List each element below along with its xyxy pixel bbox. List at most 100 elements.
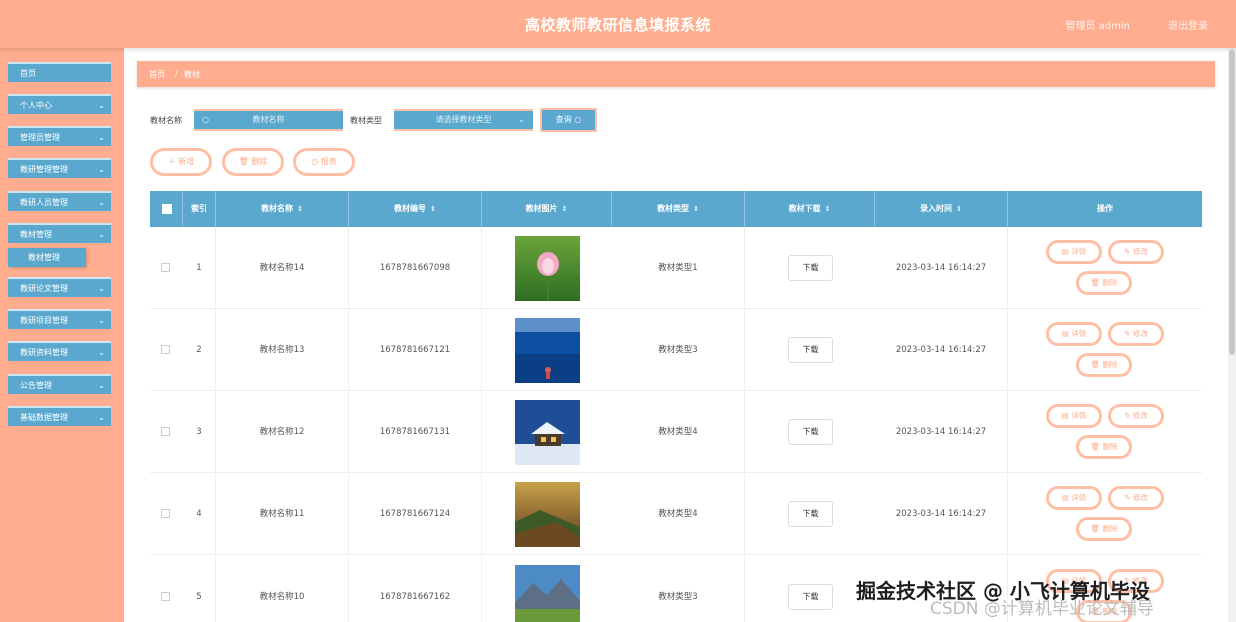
breadcrumb-home[interactable]: 首页 <box>149 69 165 80</box>
row-index: 5 <box>183 556 216 622</box>
query-button[interactable]: 查询 ○ <box>540 108 597 132</box>
col-image[interactable]: 教材图片 ⇕ <box>482 191 612 227</box>
textbook-image[interactable] <box>515 565 580 622</box>
row-type: 教材类型3 <box>612 309 745 391</box>
row-name: 教材名称10 <box>216 556 349 622</box>
download-button[interactable]: 下载 <box>788 584 833 610</box>
sidebar-item-papers[interactable]: 教研论文管理 ⌄ <box>8 277 111 297</box>
sidebar-item-research-mgmt[interactable]: 教研管理管理 ⌄ <box>8 158 111 178</box>
row-code: 1678781667131 <box>349 391 482 473</box>
textbook-image[interactable] <box>515 318 580 383</box>
row-type: 教材类型4 <box>612 391 745 473</box>
table-row: 4 教材名称11 1678781667124 教材类型4 下载 2023-03-… <box>150 473 1202 555</box>
edit-button[interactable]: ✎ 修改 <box>1108 240 1164 264</box>
download-button[interactable]: 下载 <box>788 501 833 527</box>
sidebar-item-profile[interactable]: 个人中心 ⌄ <box>8 94 111 114</box>
name-placeholder: 教材名称 <box>252 115 285 124</box>
row-name: 教材名称11 <box>216 473 349 555</box>
row-index: 3 <box>183 391 216 473</box>
edit-button[interactable]: ✎ 修改 <box>1108 404 1164 428</box>
row-checkbox[interactable] <box>161 263 170 272</box>
breadcrumb: 首页 / 教材 <box>137 61 1215 87</box>
type-label: 教材类型 <box>350 116 382 125</box>
logout-link[interactable]: 退出登录 <box>1168 17 1208 32</box>
row-type: 教材类型3 <box>612 556 745 622</box>
table-row: 1 教材名称14 1678781667098 教材类型1 下载 2023-03-… <box>150 227 1202 309</box>
add-button[interactable]: ＋ 新增 <box>150 148 212 176</box>
detail-button[interactable]: ▤ 详情 <box>1046 322 1102 346</box>
download-button[interactable]: 下载 <box>788 337 833 363</box>
top-header: 高校教师教研信息填报系统 管理员 admin 退出登录 <box>0 0 1236 48</box>
detail-button[interactable]: ▤ 详情 <box>1046 240 1102 264</box>
app-title: 高校教师教研信息填报系统 <box>524 16 711 34</box>
download-button[interactable]: 下载 <box>788 419 833 445</box>
row-index: 4 <box>183 473 216 555</box>
col-code[interactable]: 教材编号 ⇕ <box>349 191 482 227</box>
row-time: 2023-03-14 16:14:27 <box>875 309 1008 391</box>
sidebar-subitem-textbook-mgmt[interactable]: 教材管理 <box>8 248 86 267</box>
row-name: 教材名称13 <box>216 309 349 391</box>
scrollbar-thumb[interactable] <box>1229 50 1235 355</box>
sidebar-item-label: 教研管理管理 <box>20 165 68 174</box>
row-index: 2 <box>183 309 216 391</box>
sidebar-item-label: 个人中心 <box>20 101 52 110</box>
row-code: 1678781667121 <box>349 309 482 391</box>
edit-button[interactable]: ✎ 修改 <box>1108 486 1164 510</box>
row-code: 1678781667124 <box>349 473 482 555</box>
sidebar-item-label: 管理员管理 <box>20 133 60 142</box>
row-name: 教材名称14 <box>216 227 349 309</box>
delete-button[interactable]: 🗑 删除 <box>1076 435 1132 459</box>
detail-button[interactable]: ▤ 详情 <box>1046 486 1102 510</box>
sidebar-item-label: 公告管理 <box>20 381 52 390</box>
download-button[interactable]: 下载 <box>788 255 833 281</box>
breadcrumb-separator: / <box>175 69 178 78</box>
textbook-image[interactable] <box>515 400 580 465</box>
col-type[interactable]: 教材类型 ⇕ <box>612 191 745 227</box>
delete-button[interactable]: 🗑 删除 <box>1076 353 1132 377</box>
row-type: 教材类型4 <box>612 473 745 555</box>
delete-button[interactable]: 🗑 删除 <box>1076 271 1132 295</box>
textbook-image[interactable] <box>515 482 580 547</box>
report-button[interactable]: ◷ 报表 <box>293 148 355 176</box>
sidebar-item-label: 首页 <box>20 69 36 78</box>
edit-button[interactable]: ✎ 修改 <box>1108 322 1164 346</box>
chevron-down-icon: ⌄ <box>98 198 105 207</box>
chevron-down-icon: ⌄ <box>518 115 525 124</box>
sidebar-item-label: 基础数据管理 <box>20 413 68 422</box>
sidebar-item-projects[interactable]: 教研项目管理 ⌄ <box>8 309 111 329</box>
row-checkbox[interactable] <box>161 345 170 354</box>
table-row: 2 教材名称13 1678781667121 教材类型3 下载 2023-03-… <box>150 309 1202 391</box>
sidebar-item-admin[interactable]: 管理员管理 ⌄ <box>8 126 111 146</box>
row-checkbox[interactable] <box>161 509 170 518</box>
row-checkbox[interactable] <box>161 427 170 436</box>
type-select[interactable]: 请选择教材类型 ⌄ <box>394 109 533 131</box>
sidebar-item-notices[interactable]: 公告管理 ⌄ <box>8 374 111 394</box>
batch-delete-button[interactable]: 🗑 删除 <box>222 148 284 176</box>
sidebar-item-basic-data[interactable]: 基础数据管理 ⌄ <box>8 406 111 426</box>
table-header: 索引 教材名称 ⇕ 教材编号 ⇕ 教材图片 ⇕ 教材类型 ⇕ 教材下载 ⇕ 录入时间 ⇕ 操… <box>150 191 1202 227</box>
textbook-image[interactable] <box>515 236 580 301</box>
sidebar-item-label: 教研资料管理 <box>20 348 68 357</box>
name-label: 教材名称 <box>150 116 182 125</box>
name-search-input[interactable]: ○ 教材名称 <box>194 109 343 131</box>
breadcrumb-current: 教材 <box>184 70 200 79</box>
search-icon: ○ <box>202 115 209 124</box>
col-time[interactable]: 录入时间 ⇕ <box>875 191 1008 227</box>
sidebar-item-staff[interactable]: 教研人员管理 ⌄ <box>8 191 111 211</box>
sidebar-item-materials[interactable]: 教研资料管理 ⌄ <box>8 341 111 361</box>
chevron-down-icon: ⌄ <box>98 230 105 239</box>
col-name[interactable]: 教材名称 ⇕ <box>216 191 349 227</box>
detail-button[interactable]: ▤ 详情 <box>1046 404 1102 428</box>
row-checkbox[interactable] <box>161 592 170 601</box>
sidebar-item-textbook[interactable]: 教材管理 ⌄ <box>8 223 111 243</box>
select-all-checkbox[interactable] <box>162 204 172 214</box>
chevron-down-icon: ⌄ <box>98 284 105 293</box>
sidebar-item-home[interactable]: 首页 <box>8 62 111 82</box>
col-actions: 操作 <box>1097 204 1113 213</box>
chevron-down-icon: ⌄ <box>98 381 105 390</box>
col-download[interactable]: 教材下载 ⇕ <box>745 191 875 227</box>
sidebar-item-label: 教材管理 <box>20 230 52 239</box>
row-time: 2023-03-14 16:14:27 <box>875 227 1008 309</box>
chevron-down-icon: ⌄ <box>98 165 105 174</box>
delete-button[interactable]: 🗑 删除 <box>1076 517 1132 541</box>
